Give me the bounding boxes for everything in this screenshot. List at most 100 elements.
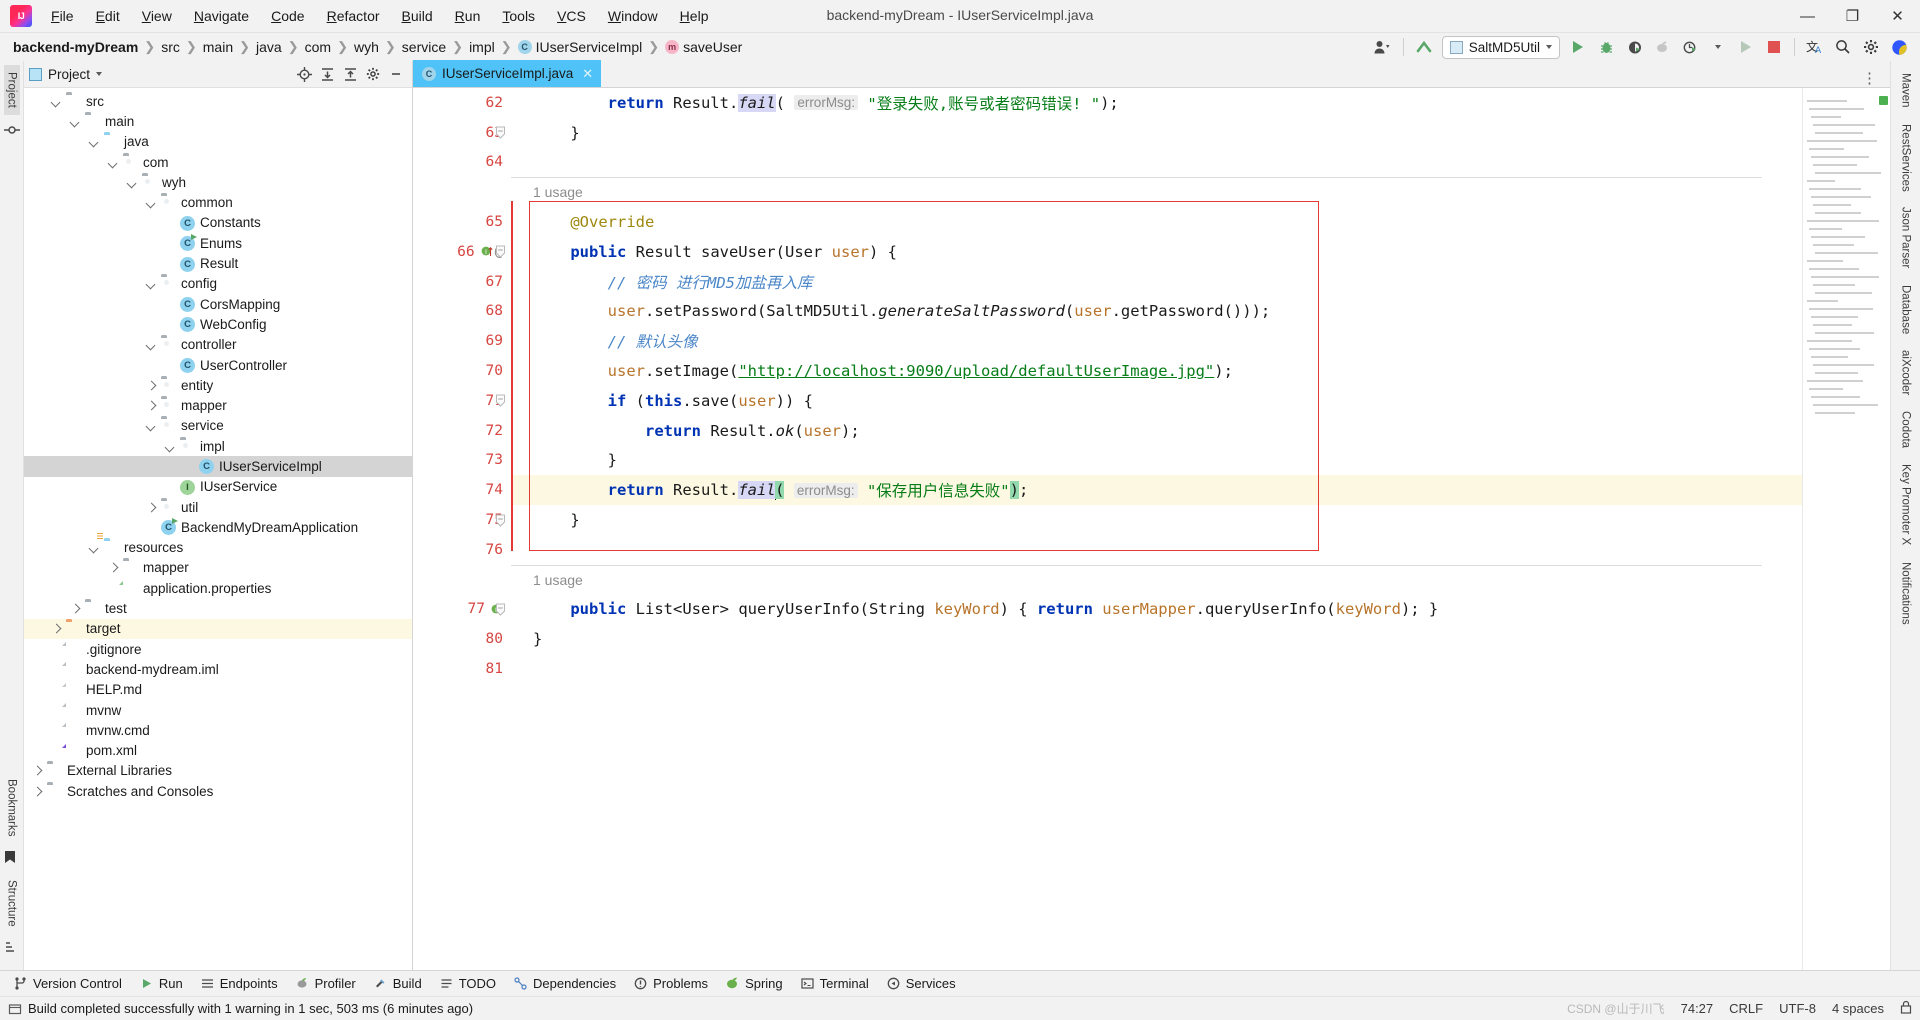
- chevron-down-icon[interactable]: [1705, 35, 1731, 59]
- menu-build[interactable]: Build: [391, 4, 444, 28]
- toolwindow-build[interactable]: Build: [366, 973, 430, 994]
- tree-node-mapper[interactable]: mapper: [24, 558, 412, 578]
- expand-all-icon[interactable]: [316, 63, 338, 85]
- chevron-down-icon[interactable]: [89, 542, 100, 553]
- breadcrumb-main[interactable]: main: [200, 38, 236, 56]
- toolwindow-spring[interactable]: Spring: [718, 973, 791, 994]
- rail-tab-key-promoter-x[interactable]: Key Promoter X: [1898, 457, 1914, 552]
- tree-node-mvnw-cmd[interactable]: mvnw.cmd: [24, 720, 412, 740]
- menu-vcs[interactable]: VCS: [546, 4, 597, 28]
- code-line-76[interactable]: [511, 535, 1802, 565]
- chevron-down-icon[interactable]: [70, 116, 81, 127]
- menu-run[interactable]: Run: [444, 4, 492, 28]
- debug-icon[interactable]: [1593, 35, 1619, 59]
- rail-tab-aixcoder[interactable]: aiXcoder: [1898, 343, 1914, 402]
- code-line-80[interactable]: }: [511, 624, 1802, 654]
- tree-node-iuserservice[interactable]: I IUserService: [24, 477, 412, 497]
- toolwindow-terminal[interactable]: Terminal: [793, 973, 877, 994]
- more-icon[interactable]: ⋮: [1856, 69, 1884, 87]
- tree-node-util[interactable]: util: [24, 497, 412, 517]
- rail-tab-notifications[interactable]: Notifications: [1898, 555, 1914, 632]
- tree-node-mapper[interactable]: mapper: [24, 395, 412, 415]
- tree-node-pom-xml[interactable]: pom.xml: [24, 741, 412, 761]
- rail-tab-structure[interactable]: Structure: [4, 873, 20, 934]
- chevron-down-icon[interactable]: [146, 197, 157, 208]
- menu-window[interactable]: Window: [597, 4, 669, 28]
- breadcrumb-service[interactable]: service: [399, 38, 449, 56]
- chevron-right-icon[interactable]: [146, 502, 157, 513]
- chevron-right-icon[interactable]: [146, 380, 157, 391]
- tree-node-scratches-and-consoles[interactable]: Scratches and Consoles: [24, 781, 412, 801]
- stop-icon[interactable]: [1761, 35, 1787, 59]
- tree-node-entity[interactable]: entity: [24, 375, 412, 395]
- run-icon[interactable]: [1565, 35, 1591, 59]
- tree-node-src[interactable]: src: [24, 91, 412, 111]
- menu-view[interactable]: View: [131, 4, 183, 28]
- fold-marker-icon[interactable]: [495, 514, 506, 527]
- tree-node-enums[interactable]: C Enums: [24, 233, 412, 253]
- toolwindow-endpoints[interactable]: Endpoints: [193, 973, 286, 994]
- tree-node-config[interactable]: config: [24, 274, 412, 294]
- chevron-right-icon[interactable]: [146, 400, 157, 411]
- tree-node-main[interactable]: main: [24, 111, 412, 131]
- tree-node-backendmydreamapplication[interactable]: C BackendMyDreamApplication: [24, 517, 412, 537]
- breadcrumb-java[interactable]: java: [253, 38, 285, 56]
- tree-node-mvnw[interactable]: mvnw: [24, 700, 412, 720]
- code-line-64[interactable]: [511, 148, 1802, 178]
- usage-hint[interactable]: 1 usage: [511, 177, 1802, 207]
- minimize-icon[interactable]: —: [1785, 0, 1830, 33]
- indent-setting[interactable]: 4 spaces: [1832, 1001, 1884, 1016]
- tree-node-com[interactable]: com: [24, 152, 412, 172]
- tree-node-test[interactable]: test: [24, 598, 412, 618]
- ai-assistant-icon[interactable]: [1886, 35, 1912, 59]
- translate-icon[interactable]: 文 A: [1802, 35, 1828, 59]
- breadcrumb-backend-mydream[interactable]: backend-myDream: [10, 38, 141, 56]
- menu-file[interactable]: File: [40, 4, 85, 28]
- tree-node-application-properties[interactable]: application.properties: [24, 578, 412, 598]
- breadcrumb-src[interactable]: src: [158, 38, 183, 56]
- project-tree[interactable]: src main java com wyh common C Constants C Enums C…: [24, 88, 412, 970]
- menu-code[interactable]: Code: [260, 4, 315, 28]
- file-encoding[interactable]: UTF-8: [1779, 1001, 1816, 1016]
- collapse-all-icon[interactable]: [339, 63, 361, 85]
- tree-node-target[interactable]: target: [24, 618, 412, 640]
- code-line-71[interactable]: if (this .save(user)) {: [511, 386, 1802, 416]
- editor-tab-iuserserviceimpl[interactable]: C IUserServiceImpl.java ✕: [413, 60, 602, 87]
- fold-marker-icon[interactable]: [495, 603, 506, 616]
- code-line-67[interactable]: // 密码 进行MD5加盐再入库: [511, 267, 1802, 297]
- editor-minimap[interactable]: [1802, 88, 1890, 970]
- updates-icon[interactable]: [1411, 35, 1437, 59]
- toolwindow-dependencies[interactable]: Dependencies: [506, 973, 624, 994]
- project-panel-title-group[interactable]: Project: [29, 67, 103, 82]
- code-line-66[interactable]: public Result saveUser(User user) {: [511, 237, 1802, 267]
- tree-node-common[interactable]: common: [24, 192, 412, 212]
- breadcrumb-impl[interactable]: impl: [466, 38, 498, 56]
- chevron-down-icon[interactable]: [96, 72, 103, 76]
- editor-code[interactable]: return Result. fail( errorMsg: "登录失败,账号或者…: [511, 88, 1802, 970]
- code-line-81[interactable]: [511, 654, 1802, 684]
- tree-node-external-libraries[interactable]: External Libraries: [24, 761, 412, 781]
- rail-tab-bookmarks[interactable]: Bookmarks: [4, 772, 20, 844]
- code-line-73[interactable]: }: [511, 446, 1802, 476]
- chevron-right-icon[interactable]: [108, 562, 119, 573]
- rail-tab-restservices[interactable]: RestServices: [1898, 117, 1914, 199]
- locate-icon[interactable]: [293, 63, 315, 85]
- menu-navigate[interactable]: Navigate: [183, 4, 260, 28]
- breadcrumb-iuserserviceimpl[interactable]: C IUserServiceImpl: [515, 38, 646, 56]
- tree-node-result[interactable]: C Result: [24, 253, 412, 273]
- toolwindow-version-control[interactable]: Version Control: [6, 973, 130, 994]
- chevron-down-icon[interactable]: [127, 177, 138, 188]
- fold-marker-icon[interactable]: [495, 126, 506, 139]
- hide-icon[interactable]: [385, 63, 407, 85]
- tree-node-service[interactable]: service: [24, 416, 412, 436]
- code-line-69[interactable]: // 默认头像: [511, 326, 1802, 356]
- line-separator[interactable]: CRLF: [1729, 1001, 1763, 1016]
- chevron-down-icon[interactable]: [108, 157, 119, 168]
- menu-help[interactable]: Help: [669, 4, 720, 28]
- structure-icon[interactable]: [4, 941, 20, 957]
- tree-node-resources[interactable]: resources: [24, 538, 412, 558]
- chevron-down-icon[interactable]: [146, 339, 157, 350]
- menu-edit[interactable]: Edit: [85, 4, 131, 28]
- close-icon[interactable]: ✕: [1875, 0, 1920, 33]
- toolwindow-todo[interactable]: TODO: [432, 973, 504, 994]
